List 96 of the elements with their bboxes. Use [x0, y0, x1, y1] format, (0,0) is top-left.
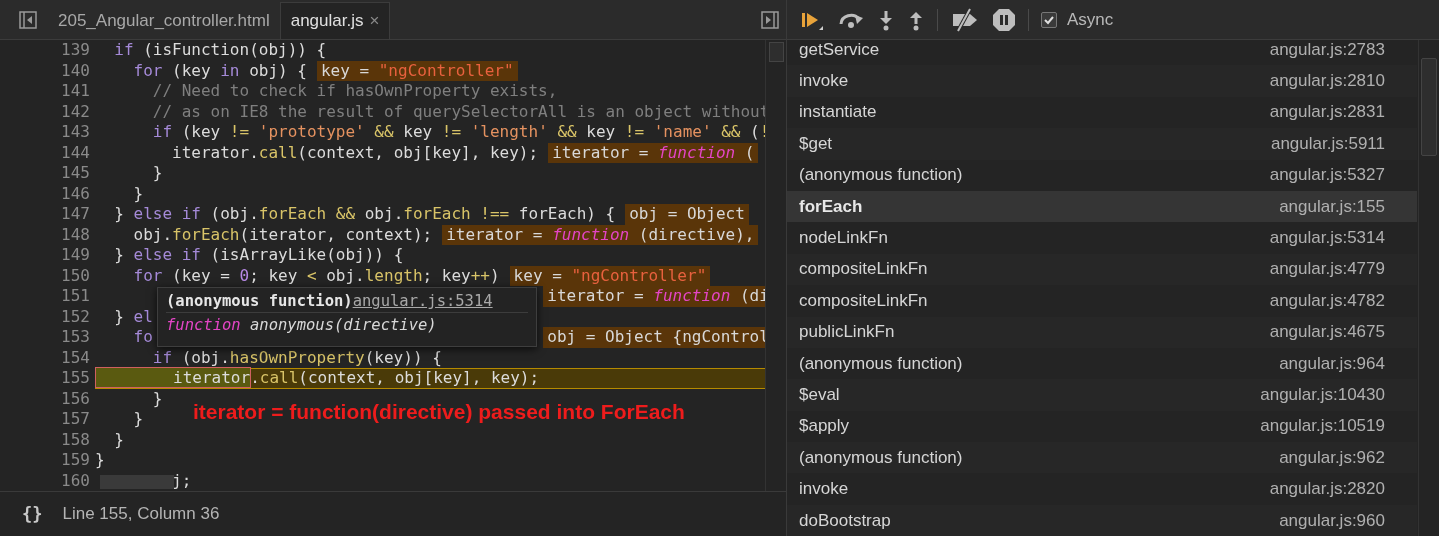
code-line: if (obj.hasOwnProperty(key)) {	[151, 347, 442, 368]
code-line: } else if (isArrayLike(obj)) {	[113, 245, 404, 266]
code-line: if (key != 'prototype' && key != 'length' && key != 'name' && (!	[151, 122, 770, 143]
line-number: 151	[60, 286, 91, 307]
line-number: 146	[60, 183, 91, 204]
line-number: 160	[60, 470, 91, 491]
panel-toggle-icon[interactable]	[760, 9, 780, 30]
line-number: 154	[60, 347, 91, 368]
function-name: $eval	[799, 385, 840, 405]
code-line: obj.forEach(iterator, context);	[132, 224, 433, 245]
code-line: for (key = 0; key < obj.length; key++)	[132, 265, 500, 286]
line-number: 140	[60, 60, 91, 81]
function-name: invoke	[799, 71, 849, 92]
line-number: 143	[60, 122, 91, 143]
source-location: angular.js:964	[1279, 353, 1385, 374]
code-line: if (isFunction(obj)) {	[113, 40, 327, 61]
line-number: 139	[60, 40, 91, 61]
source-location: angular.js:4779	[1269, 259, 1385, 280]
line-number: 155	[60, 368, 91, 389]
function-name: $get	[799, 133, 833, 154]
line-number: 148	[60, 224, 91, 245]
function-name: forEach	[799, 196, 863, 217]
source-location: angular.js:962	[1279, 447, 1385, 468]
line-number: 147	[60, 204, 91, 225]
source-location: angular.js:4675	[1269, 322, 1385, 343]
function-name: invoke	[799, 479, 849, 500]
code-line: } else if (obj.forEach && obj.forEach !== forEach) {	[113, 204, 616, 225]
line-number: 152	[60, 306, 91, 327]
line-number: 144	[60, 142, 91, 163]
line-number: 149	[60, 245, 91, 266]
source-location: angular.js:5314	[1269, 228, 1385, 249]
file-tab[interactable]: angular.js ×	[279, 2, 391, 39]
pause-on-exceptions-icon[interactable]	[992, 7, 1016, 32]
function-name: getService	[799, 40, 880, 60]
source-location: angular.js:960	[1279, 510, 1385, 531]
line-number: 153	[60, 327, 91, 348]
line-number: 156	[60, 388, 91, 409]
function-name: doBootstrap	[799, 510, 891, 531]
scrollbar-thumb[interactable]	[769, 42, 784, 62]
scrollbar-thumb[interactable]	[1421, 58, 1437, 156]
async-checkbox[interactable]	[1041, 11, 1057, 28]
source-location: angular.js:4782	[1269, 290, 1385, 311]
call-frame[interactable]: forEach angular.js:155	[787, 190, 1417, 223]
line-number: 145	[60, 163, 91, 184]
code-line: }	[132, 409, 144, 430]
line-number: 158	[60, 429, 91, 450]
source-location: angular.js:155	[1279, 196, 1385, 217]
function-name: $apply	[799, 416, 850, 437]
source-location: angular.js:5327	[1269, 165, 1385, 186]
file-tab[interactable]: 205_Angular_controller.html	[48, 3, 280, 39]
inline-value: iterator = function (directive),	[442, 224, 759, 245]
code-line: fo	[132, 327, 154, 348]
inline-value: key = "ngController"	[509, 265, 711, 286]
source-location: angular.js:2810	[1269, 71, 1385, 92]
function-name: (anonymous function)	[166, 292, 353, 310]
line-number: 142	[60, 101, 91, 122]
async-label: Async	[1067, 9, 1114, 30]
source-location: angular.js:2820	[1269, 479, 1385, 500]
line-number: 141	[60, 81, 91, 102]
inline-value: key = "ngController"	[316, 60, 518, 81]
function-name: (anonymous function)	[799, 353, 963, 374]
annotation-text: iterator = function(directive) passed into ForEach	[193, 400, 685, 424]
source-location: angular.js:5911	[1270, 133, 1385, 154]
code-line: }	[151, 388, 163, 409]
sidebar-toggle-icon[interactable]	[18, 9, 38, 30]
function-name: compositeLinkFn	[799, 290, 928, 311]
inline-value: obj = Object	[625, 204, 749, 225]
code-line: j;	[172, 470, 192, 491]
source-location: angular.js:2783	[1269, 40, 1385, 60]
format-button[interactable]: {}	[22, 504, 43, 524]
code-line: iterator.call(context, obj[key], key);	[171, 142, 539, 163]
source-link[interactable]: angular.js:5314	[352, 292, 493, 310]
code-line: for (key in obj) {	[132, 60, 307, 81]
code-line: // as on IE8 the result of querySelectorAll is an object without	[151, 101, 770, 122]
function-name: (anonymous function)	[799, 165, 963, 186]
function-name: compositeLinkFn	[799, 259, 928, 280]
code-line: }	[113, 429, 124, 450]
code-line: }	[151, 163, 163, 184]
line-number: 150	[60, 265, 91, 286]
function-name: nodeLinkFn	[799, 228, 888, 249]
function-name: publicLinkFn	[799, 322, 895, 343]
function-signature: function anonymous(directive)	[166, 316, 438, 334]
inline-value: iterator = function (	[548, 142, 759, 163]
line-number: 157	[60, 409, 91, 430]
line-number: 159	[60, 450, 91, 471]
function-name: (anonymous function)	[799, 447, 963, 468]
code-line: } el	[113, 306, 153, 327]
source-location: angular.js:10430	[1260, 385, 1385, 405]
source-location: angular.js:2831	[1269, 102, 1385, 123]
function-name: instantiate	[799, 102, 877, 123]
source-location: angular.js:10519	[1260, 416, 1385, 437]
close-icon[interactable]: ×	[369, 11, 380, 31]
code-line: }	[95, 450, 105, 471]
code-line: }	[132, 183, 144, 204]
code-line: // Need to check if hasOwnProperty exists,	[151, 81, 558, 102]
cursor-position: Line 155, Column 36	[62, 504, 220, 524]
